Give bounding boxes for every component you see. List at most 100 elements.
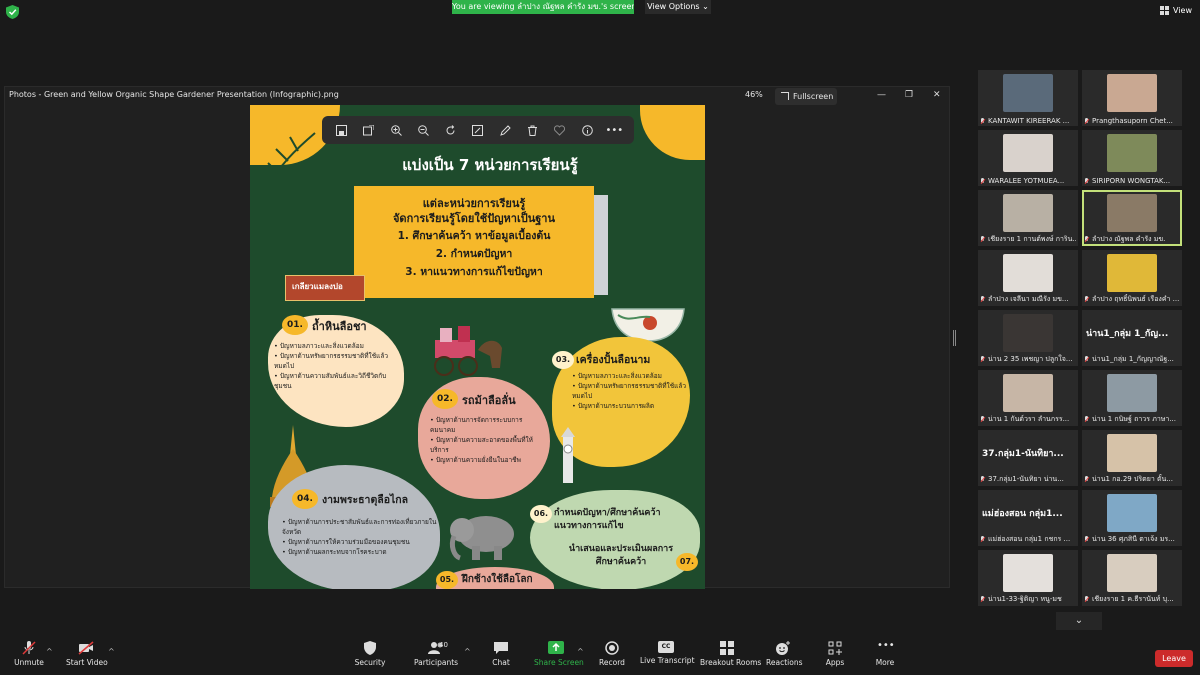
muted-mic-icon xyxy=(980,296,986,303)
minimize-button[interactable]: — xyxy=(877,90,886,100)
crop-icon[interactable] xyxy=(471,123,485,137)
fullscreen-label: Fullscreen xyxy=(793,92,834,101)
participant-tile[interactable]: เชียงราย 1 ค.ธีรานันท์ บุ... xyxy=(1082,550,1182,606)
participant-name-bar: น่าน 1 กันต์วรา ลำนกรร... xyxy=(980,414,1076,425)
participant-tile[interactable]: น่าน 36 ศุภสินี ตาเจ้ง มร... xyxy=(1082,490,1182,546)
participants-button[interactable]: 40 Participants xyxy=(414,641,458,667)
unit-07-number: 07. xyxy=(676,553,698,571)
banner-tag: เกลียวแมลงปอ xyxy=(285,275,365,301)
participant-display-name: 37.กลุ่ม1-นันทิยา... xyxy=(982,449,1064,459)
participant-tile[interactable]: ลำปาง ฤทธิ์นิพนธ์ เรืองคำ ... xyxy=(1082,250,1182,306)
participant-name-bar: น่าน 1 กนิษฐ์ ถาวร ภาษา... xyxy=(1084,414,1180,425)
live-transcript-button[interactable]: CC Live Transcript xyxy=(640,641,695,665)
leave-button[interactable]: Leave xyxy=(1155,650,1193,667)
security-button[interactable]: Security xyxy=(354,641,386,667)
participant-name: น่าน1 กอ.29 ปริตยา ตั้น... xyxy=(1092,475,1173,483)
unit-02-title: รถม้าลือลั่น xyxy=(462,394,516,407)
restore-button[interactable]: ❐ xyxy=(905,90,913,100)
muted-mic-icon xyxy=(1084,536,1090,543)
participant-display-name: แม่ฮ่องสอน กลุ่ม1... xyxy=(982,509,1063,519)
participant-tile[interactable]: น่าน1-33-ฐิติญา หนู-มช xyxy=(978,550,1078,606)
record-label: Record xyxy=(599,658,625,667)
heart-icon[interactable] xyxy=(553,123,567,137)
closed-caption-icon: CC xyxy=(658,641,674,653)
participant-name: น่าน1-33-ฐิติญา หนู-มช xyxy=(988,595,1062,603)
view-label: View xyxy=(1173,6,1192,15)
video-options-chevron-icon[interactable]: ^ xyxy=(108,647,115,656)
apps-button[interactable]: Apps xyxy=(824,641,846,667)
info-icon[interactable] xyxy=(580,123,594,137)
participant-video xyxy=(1003,134,1053,172)
muted-mic-icon xyxy=(1084,296,1090,303)
unmute-button[interactable]: Unmute xyxy=(14,641,44,667)
participant-video xyxy=(1003,374,1053,412)
participant-tile[interactable]: SIRIPORN WONGTAK... xyxy=(1082,130,1182,186)
participant-tile[interactable]: แม่ฮ่องสอน กลุ่ม1... แม่ฮ่องสอน กลุ่ม1 กช… xyxy=(978,490,1078,546)
participant-tile[interactable]: Prangthasuporn Chet... xyxy=(1082,70,1182,126)
participant-video xyxy=(1003,194,1053,232)
participant-video xyxy=(1107,74,1157,112)
close-button[interactable]: ✕ xyxy=(933,90,941,100)
muted-mic-icon xyxy=(980,536,986,543)
zoom-out-icon[interactable] xyxy=(416,123,430,137)
box-line-4: 2. กำหนดปัญหา xyxy=(435,248,513,260)
participant-tile[interactable]: น่าน 1 กนิษฐ์ ถาวร ภาษา... xyxy=(1082,370,1182,426)
participants-chevron-icon[interactable]: ^ xyxy=(464,647,471,656)
participant-tile[interactable]: น่าน 2 35 เพชญา ปลูกใจ... xyxy=(978,310,1078,366)
share-screen-button[interactable]: Share Screen xyxy=(534,641,584,667)
viewing-banner: You are viewing ลำปาง ณัฐพล คำรัง มข.'s … xyxy=(452,0,634,14)
participant-tile[interactable]: น่าน1 กอ.29 ปริตยา ตั้น... xyxy=(1082,430,1182,486)
unit-03-item: • ปัญหาด้านกระบวนการผลิต xyxy=(572,402,655,410)
reactions-button[interactable]: Reactions xyxy=(766,641,802,667)
participant-name-bar: เชียงราย 1 ค.ธีรานันท์ บุ... xyxy=(1084,594,1180,605)
participant-video xyxy=(1107,374,1157,412)
draw-pen-icon[interactable] xyxy=(498,123,512,137)
chat-icon xyxy=(493,641,509,655)
share-chevron-icon[interactable]: ^ xyxy=(577,647,584,656)
zoom-in-icon[interactable] xyxy=(389,123,403,137)
chat-button[interactable]: Chat xyxy=(490,641,512,667)
unit-05-title: ฝึกช้างใช้ลือโลก xyxy=(462,574,533,585)
unit-01-list: • ปัญหามลภาวะและสิ่งแวดล้อม • ปัญหาด้านท… xyxy=(274,341,396,391)
shield-icon[interactable] xyxy=(6,5,19,19)
participant-name: ลำปาง เจลีนา มณีรัง มข... xyxy=(988,295,1069,303)
participant-name-bar: ลำปาง ณัฐพล คำรัง มข. xyxy=(1084,234,1180,245)
zoom-level: 46% xyxy=(745,90,763,99)
image-edit-icon[interactable] xyxy=(362,123,376,137)
participant-name-bar: ลำปาง ฤทธิ์นิพนธ์ เรืองคำ ... xyxy=(1084,294,1180,305)
participant-tile[interactable]: น่าน1_กลุ่ม 1_กัญ... น่าน1_กลุ่ม 1_กัญญาณ… xyxy=(1082,310,1182,366)
unit-03-title: เครื่องปั้นลือนาม xyxy=(576,354,651,366)
leaf-doodle-icon xyxy=(264,132,316,191)
participant-tile[interactable]: เชียงราย 1 กานต์พงษ์ การิน... xyxy=(978,190,1078,246)
participant-tile[interactable]: ลำปาง ณัฐพล คำรัง มข. xyxy=(1082,190,1182,246)
participant-video xyxy=(1107,254,1157,292)
start-video-button[interactable]: Start Video xyxy=(66,641,108,667)
participant-name: SIRIPORN WONGTAK... xyxy=(1092,177,1171,185)
chat-label: Chat xyxy=(492,658,510,667)
participant-tile[interactable]: 37.กลุ่ม1-นันทิยา... 37.กลุ่ม1-นันทิยา น่… xyxy=(978,430,1078,486)
participant-tile[interactable]: น่าน 1 กันต์วรา ลำนกรร... xyxy=(978,370,1078,426)
audio-options-chevron-icon[interactable]: ^ xyxy=(46,647,53,656)
view-button[interactable]: View xyxy=(1160,6,1192,15)
fullscreen-button[interactable]: Fullscreen xyxy=(775,88,837,105)
unit-02-number: 02. xyxy=(432,389,458,409)
save-icon[interactable] xyxy=(335,123,349,137)
participant-tile[interactable]: WARALEE YOTMUEA... xyxy=(978,130,1078,186)
resize-handle[interactable] xyxy=(953,330,956,346)
horse-carriage-illustration xyxy=(434,326,502,376)
rotate-icon[interactable] xyxy=(444,123,458,137)
breakout-rooms-button[interactable]: Breakout Rooms xyxy=(700,641,761,667)
more-button[interactable]: ••• More xyxy=(874,641,896,668)
unit-04-list: • ปัญหาด้านการประชาสัมพันธ์และการท่องเที… xyxy=(282,517,438,557)
more-icon[interactable]: ••• xyxy=(605,123,623,137)
participant-tile[interactable]: ลำปาง เจลีนา มณีรัง มข... xyxy=(978,250,1078,306)
gallery-next-chevron-icon[interactable]: ⌄ xyxy=(1056,612,1102,630)
muted-mic-icon xyxy=(1084,416,1090,423)
record-button[interactable]: Record xyxy=(598,641,626,667)
view-options-button[interactable]: View Options ⌄ xyxy=(645,0,711,14)
delete-icon[interactable] xyxy=(525,123,539,137)
participant-tile[interactable]: KANTAWIT KIREERAK ... xyxy=(978,70,1078,126)
participant-display-name: น่าน1_กลุ่ม 1_กัญ... xyxy=(1086,329,1169,339)
muted-mic-icon xyxy=(980,236,986,243)
photos-window: Photos - Green and Yellow Organic Shape … xyxy=(4,86,950,589)
